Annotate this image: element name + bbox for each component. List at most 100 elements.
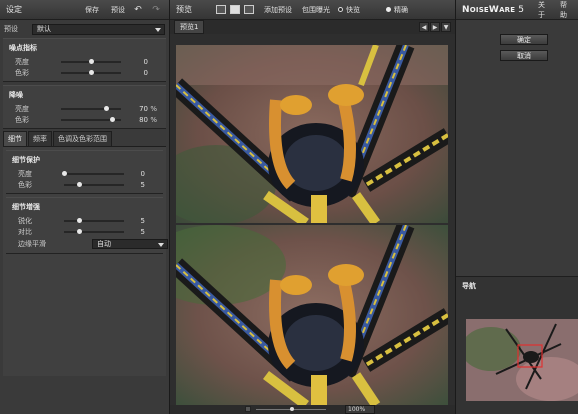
- slider-label: 对比: [18, 227, 32, 236]
- app-logo: NOISEWARE: [462, 5, 515, 15]
- radio-selected-icon: [386, 7, 391, 12]
- slider-knob[interactable]: [104, 105, 109, 111]
- slider-knob[interactable]: [110, 116, 115, 122]
- detail-protection-luminance-slider[interactable]: [62, 170, 124, 176]
- preview-image-after[interactable]: [176, 225, 448, 405]
- cancel-button[interactable]: 取消: [500, 50, 548, 61]
- slider-value: 80: [139, 115, 148, 124]
- zoom-level-value: 100%: [348, 406, 366, 413]
- add-preset-button[interactable]: 添加预设: [264, 5, 292, 15]
- detail-protection-color-slider[interactable]: [64, 181, 124, 187]
- about-link[interactable]: 关于: [538, 0, 550, 20]
- edge-smoothing-select[interactable]: 自动: [92, 238, 168, 249]
- bracket-button[interactable]: 包围曝光: [302, 5, 330, 15]
- preset-select[interactable]: 默认: [32, 23, 165, 35]
- save-button[interactable]: 保存: [83, 5, 101, 15]
- redo-icon[interactable]: ↷: [149, 4, 163, 16]
- preview-toolbar: 预览 添加预设 包围曝光 快览 精确: [170, 0, 455, 20]
- split-vertical-view-icon[interactable]: [244, 5, 254, 14]
- side-panel: NOISEWARE 5 关于 帮助 确定 取消 导航: [455, 0, 578, 414]
- single-view-icon[interactable]: [216, 5, 226, 14]
- slider-value: 0: [143, 68, 148, 77]
- slider-value: 70: [139, 104, 148, 113]
- slider-label: 色彩: [18, 180, 32, 189]
- navigator-thumbnail[interactable]: [466, 319, 578, 401]
- preset-label: 预设: [4, 25, 18, 33]
- noise-reduction-color-row: 色彩 80 %: [3, 114, 166, 125]
- slider-label: 亮度: [18, 169, 32, 178]
- noise-reduction-luminance-slider[interactable]: [61, 105, 121, 111]
- detail-protection-color-row: 色彩 5: [6, 179, 163, 190]
- logo-letter: N: [462, 4, 470, 15]
- logo-text: OISE: [469, 5, 489, 14]
- slider-label: 色彩: [15, 115, 29, 124]
- slider-value: 5: [140, 180, 145, 189]
- precise-mode-label: 精确: [394, 5, 408, 14]
- slider-knob[interactable]: [77, 217, 82, 223]
- preset-button[interactable]: 预设: [109, 5, 127, 15]
- chevron-down-icon: [155, 27, 161, 32]
- settings-title: 设定: [6, 5, 22, 14]
- slider-value: 5: [140, 227, 145, 236]
- noise-level-heading: 噪点指标: [9, 44, 37, 52]
- ok-button[interactable]: 确定: [500, 34, 548, 45]
- help-link[interactable]: 帮助: [560, 0, 572, 20]
- slider-label: 色彩: [15, 68, 29, 77]
- preview-title: 预览: [176, 5, 192, 14]
- logo-text: ARE: [499, 5, 516, 14]
- detail-enhance-sharpen-slider[interactable]: [64, 217, 124, 223]
- tab-tone-color-range[interactable]: 色调及色彩范围: [53, 131, 112, 146]
- settings-toolbar: 设定 保存 预设 ↶ ↷: [0, 0, 169, 20]
- navigator-heading: 导航: [462, 282, 476, 290]
- settings-panel: 设定 保存 预设 ↶ ↷ 预设 默认 噪点指标 亮度 0 色彩 0 降噪 亮度: [0, 0, 170, 414]
- detail-enhance-section: 细节增强 锐化 5 对比 5 边缘平滑 自动: [6, 197, 168, 254]
- noise-level-luminance-slider[interactable]: [61, 58, 121, 64]
- split-horizontal-view-icon[interactable]: [230, 5, 240, 14]
- spider-image: [176, 225, 448, 405]
- brand-bar: NOISEWARE 5 关于 帮助: [456, 0, 578, 20]
- noise-level-color-row: 色彩 0: [3, 67, 166, 78]
- tab-preview-1[interactable]: 预览1: [174, 20, 205, 34]
- slider-knob[interactable]: [77, 228, 82, 234]
- chevron-left-icon[interactable]: ◀: [419, 22, 429, 32]
- undo-icon[interactable]: ↶: [131, 4, 145, 16]
- slider-label: 亮度: [15, 57, 29, 66]
- edge-smoothing-row: 边缘平滑 自动: [6, 237, 168, 250]
- chevron-down-icon: [158, 242, 164, 247]
- slider-knob[interactable]: [62, 170, 67, 176]
- tab-body: 细节保护 亮度 0 色彩 5 细节增强 锐化 5 对比 5 边缘平滑 自动: [3, 146, 168, 376]
- zoom-out-button[interactable]: [245, 406, 251, 412]
- noise-reduction-heading: 降噪: [9, 91, 23, 99]
- zoom-level-select[interactable]: 100%: [345, 405, 375, 414]
- preview-panel: 预览 添加预设 包围曝光 快览 精确 预览1 ◀ ▶ ▼ 100%: [170, 0, 455, 414]
- fast-mode-radio[interactable]: 快览: [338, 5, 360, 15]
- noise-reduction-color-slider[interactable]: [61, 116, 121, 122]
- detail-protection-luminance-row: 亮度 0: [6, 168, 163, 179]
- preview-image-before[interactable]: [176, 45, 448, 223]
- detail-enhance-contrast-slider[interactable]: [64, 228, 124, 234]
- navigator-section: 导航: [456, 276, 578, 414]
- zoom-slider-knob[interactable]: [290, 407, 294, 411]
- slider-knob[interactable]: [89, 69, 94, 75]
- chevron-down-icon[interactable]: ▼: [441, 22, 451, 32]
- tab-detail[interactable]: 细节: [3, 131, 27, 146]
- radio-icon: [338, 7, 343, 12]
- preview-nav: ◀ ▶ ▼: [418, 22, 451, 32]
- slider-knob[interactable]: [77, 181, 82, 187]
- detail-enhance-sharpen-row: 锐化 5: [6, 215, 163, 226]
- slider-value: 0: [140, 169, 145, 178]
- noise-level-color-slider[interactable]: [61, 69, 121, 75]
- detail-tabs: 细节 频率 色调及色彩范围: [3, 131, 166, 146]
- chevron-right-icon[interactable]: ▶: [430, 22, 440, 32]
- precise-mode-radio[interactable]: 精确: [386, 5, 408, 15]
- slider-value: 5: [140, 216, 145, 225]
- slider-label: 亮度: [15, 104, 29, 113]
- spider-image: [176, 45, 448, 223]
- tab-frequency[interactable]: 频率: [28, 131, 52, 146]
- noise-reduction-section: 降噪 亮度 70 % 色彩 80 %: [3, 85, 166, 129]
- slider-knob[interactable]: [89, 58, 94, 64]
- navigator-image: [466, 319, 578, 401]
- detail-protection-section: 细节保护 亮度 0 色彩 5: [6, 150, 163, 194]
- noise-level-luminance-row: 亮度 0: [3, 56, 166, 67]
- zoom-bar: 100%: [170, 405, 455, 414]
